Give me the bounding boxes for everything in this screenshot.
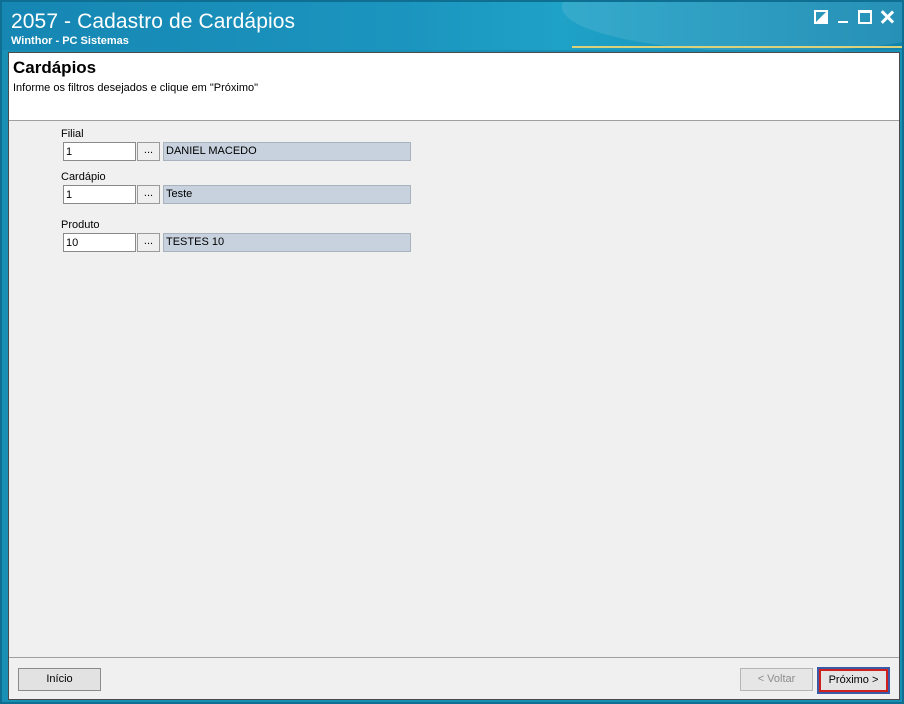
- minimize-icon[interactable]: [836, 10, 850, 24]
- title-bar[interactable]: 2057 - Cadastro de Cardápios Winthor - P…: [2, 2, 902, 50]
- wizard-client-area: Cardápios Informe os filtros desejados e…: [8, 52, 900, 700]
- wizard-header: Cardápios Informe os filtros desejados e…: [9, 53, 899, 121]
- close-icon[interactable]: [880, 10, 894, 24]
- filial-lookup-button[interactable]: ...: [137, 142, 160, 161]
- window-subtitle: Winthor - PC Sistemas: [11, 35, 129, 47]
- window-controls: [814, 10, 894, 24]
- cardapio-code-input[interactable]: [63, 185, 136, 204]
- produto-lookup-button[interactable]: ...: [137, 233, 160, 252]
- voltar-button[interactable]: < Voltar: [740, 668, 813, 691]
- cardapio-lookup-button[interactable]: ...: [137, 185, 160, 204]
- proximo-button[interactable]: Próximo >: [817, 667, 890, 694]
- filial-label: Filial: [61, 128, 84, 140]
- filial-description: DANIEL MACEDO: [163, 142, 411, 161]
- window-title: 2057 - Cadastro de Cardápios: [11, 10, 296, 33]
- page-title: Cardápios: [13, 58, 97, 77]
- produto-description: TESTES 10: [163, 233, 411, 252]
- inicio-button[interactable]: Início: [18, 668, 101, 691]
- title-bar-accent-line: [572, 46, 902, 48]
- maximize-icon[interactable]: [858, 10, 872, 24]
- footer-divider: [9, 657, 899, 658]
- produto-label: Produto: [61, 219, 100, 231]
- restore-icon[interactable]: [814, 10, 828, 24]
- cardapio-description: Teste: [163, 185, 411, 204]
- filial-code-input[interactable]: [63, 142, 136, 161]
- produto-code-input[interactable]: [63, 233, 136, 252]
- app-window: 2057 - Cadastro de Cardápios Winthor - P…: [0, 0, 904, 704]
- cardapio-label: Cardápio: [61, 171, 106, 183]
- page-instructions: Informe os filtros desejados e clique em…: [13, 82, 259, 94]
